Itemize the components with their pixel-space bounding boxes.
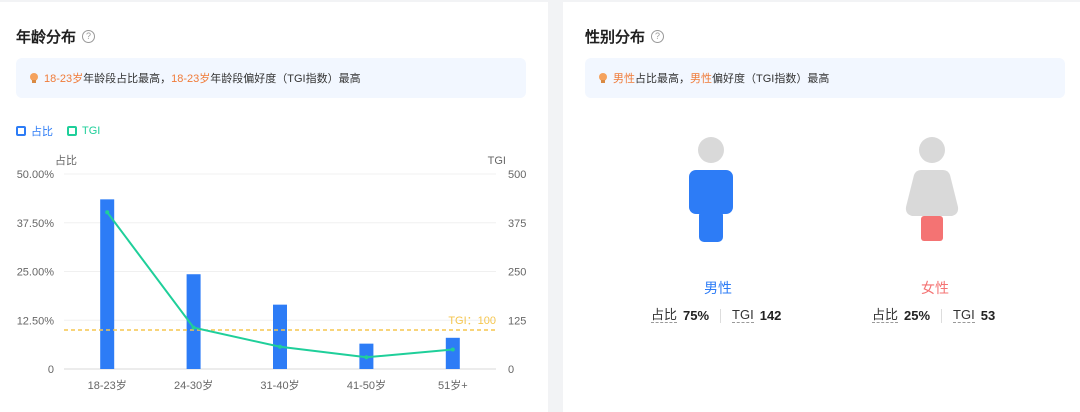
x-tick-label: 31-40岁: [260, 378, 299, 392]
female-stats: 占比 25% TGI 53: [872, 308, 995, 323]
bulb-icon: [599, 73, 607, 83]
female-tgi-label[interactable]: TGI: [953, 308, 975, 323]
male-ratio-label[interactable]: 占比: [651, 308, 678, 323]
stat-divider: [941, 308, 943, 323]
tgi-point: [191, 325, 196, 330]
tgi-point: [364, 355, 369, 360]
gender-title-text: 性别分布: [585, 29, 646, 46]
female-tgi-value: 53: [980, 308, 996, 323]
age-tip-text-2: 年龄段偏好度（TGI指数）最高: [210, 73, 361, 85]
gender-tip-highlight-2: 男性: [690, 73, 712, 85]
legend-label-ratio: 占比: [31, 126, 53, 138]
female-ratio-label[interactable]: 占比: [872, 308, 899, 323]
help-icon[interactable]: ?: [651, 30, 665, 43]
tgi-point: [450, 347, 455, 352]
age-tip-text-1: 年龄段占比最高，: [83, 73, 172, 85]
male-figure-icon: [689, 137, 733, 242]
tgi-point: [278, 344, 282, 349]
y-axis-title-right: TGI: [488, 155, 506, 167]
legend-label-tgi: TGI: [82, 125, 101, 137]
legend-item-tgi[interactable]: TGI: [67, 123, 100, 139]
y-tick-label-right: 375: [508, 218, 526, 230]
age-tip-box: 18-23岁 年龄段占比最高， 18-23岁 年龄段偏好度（TGI指数）最高: [16, 58, 526, 98]
y-tick-label-left: 0: [48, 364, 54, 376]
female-label: 女性: [921, 280, 949, 296]
x-tick-label: 51岁+: [438, 378, 468, 392]
legend-swatch-tgi: [67, 126, 77, 136]
gender-card-title: 性别分布 ?: [585, 26, 665, 47]
bar: [445, 337, 460, 369]
bar: [100, 199, 115, 369]
age-tip-highlight-1: 18-23岁: [44, 73, 84, 85]
gender-tip-highlight-1: 男性: [613, 73, 635, 85]
bar: [273, 304, 287, 369]
age-chart: 占比 TGI 0 0 12.50% 125 25.00% 250 37.50% 375 50.00%…: [17, 153, 527, 392]
age-card-title: 年龄分布 ?: [16, 26, 96, 47]
y-tick-label-right: 125: [508, 315, 526, 327]
y-tick-label-left: 50.00%: [17, 169, 55, 181]
x-tick-label: 24-30岁: [174, 378, 213, 392]
tgi-reference-label: TGI：100: [448, 315, 496, 327]
age-tip-highlight-2: 18-23岁: [171, 73, 211, 85]
legend-swatch-ratio: [16, 126, 26, 136]
gender-tip-box: 男性 占比最高， 男性 偏好度（TGI指数）最高: [585, 58, 1065, 98]
stat-divider: [720, 308, 722, 323]
gender-tip-text-1: 占比最高，: [635, 73, 690, 85]
help-icon[interactable]: ?: [82, 30, 96, 43]
x-tick-label: 41-50岁: [347, 378, 386, 392]
male-tgi-value: 142: [759, 308, 782, 323]
x-tick-label: 18-23岁: [88, 378, 127, 392]
age-distribution-card: 年龄分布 ? 18-23岁 年龄段占比最高， 18-23岁 年龄段偏好度（TGI…: [0, 2, 548, 412]
female-figure-icon: [905, 137, 959, 241]
y-tick-label-left: 37.50%: [17, 218, 55, 230]
female-ratio-value: 25%: [904, 308, 931, 323]
chart-legend: 占比 TGI: [16, 123, 114, 139]
age-title-text: 年龄分布: [16, 29, 77, 46]
y-tick-label-right: 250: [508, 267, 526, 279]
y-axis-title-left: 占比: [55, 153, 77, 167]
male-ratio-value: 75%: [683, 308, 710, 323]
bulb-icon: [30, 73, 38, 83]
y-tick-label-left: 25.00%: [17, 267, 55, 279]
tgi-point: [105, 210, 110, 215]
male-label: 男性: [704, 280, 732, 296]
gender-distribution-card: 性别分布 ? 男性 占比最高， 男性 偏好度（TGI指数）最高 男性 女性 占比…: [563, 2, 1080, 412]
male-stats: 占比 75% TGI 142: [651, 308, 781, 323]
gender-tip-text-2: 偏好度（TGI指数）最高: [712, 73, 830, 85]
y-tick-label-right: 0: [508, 364, 514, 376]
legend-item-ratio[interactable]: 占比: [16, 123, 53, 139]
y-tick-label-right: 500: [508, 169, 526, 181]
y-tick-label-left: 12.50%: [17, 315, 55, 327]
male-tgi-label[interactable]: TGI: [732, 308, 754, 323]
